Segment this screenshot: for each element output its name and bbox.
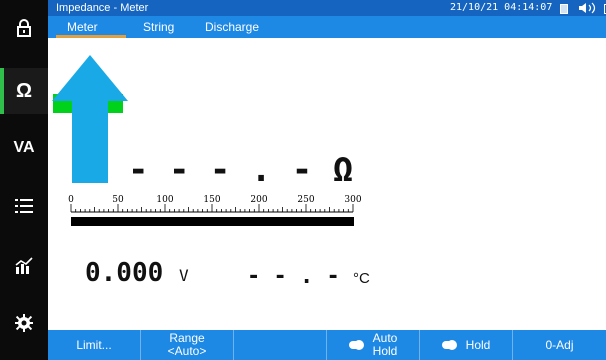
lock-button[interactable] <box>0 10 48 50</box>
range-value: <Auto> <box>167 344 207 358</box>
impedance-value: - - - . - Ω <box>128 150 354 190</box>
zero-adj-label: 0-Adj <box>545 337 574 352</box>
tab-string[interactable]: String <box>143 16 174 38</box>
bottom-toolbar: Limit... Range <Auto> Auto Hold Hold 0-A… <box>48 330 606 360</box>
scale-tick-label: 200 <box>250 195 267 205</box>
sidebar-item-label: Ω <box>15 79 33 102</box>
title-bar: Impedance - Meter 21/10/21 04:14:07 <box>48 0 606 16</box>
range-button[interactable]: Range <Auto> <box>141 330 234 360</box>
tab-label: Meter <box>67 20 98 34</box>
auto-hold-toggle-icon[interactable] <box>348 340 364 350</box>
sidebar-item-label: VA <box>13 139 35 156</box>
zero-adj-button[interactable]: 0-Adj <box>513 330 606 360</box>
sidebar-item-chart[interactable] <box>0 248 48 288</box>
auto-hold-label: Auto Hold <box>372 331 398 358</box>
datetime: 21/10/21 04:14:07 <box>450 2 553 13</box>
gear-icon <box>14 313 34 338</box>
voltage-unit: V <box>178 266 189 285</box>
scale-tick-label: 150 <box>203 195 220 205</box>
empty-button[interactable] <box>234 330 327 360</box>
voltage-value: 0.000 <box>85 258 164 288</box>
sidebar: Ω VA <box>0 0 48 360</box>
temperature-value: - - . - <box>247 264 340 289</box>
tab-label: String <box>143 20 175 34</box>
scale-svg: 0 50 100 150 200 250 300 <box>68 195 362 226</box>
window-title: Impedance - Meter <box>56 2 149 14</box>
hold-label: Hold <box>465 337 491 352</box>
hold-toggle-icon[interactable] <box>441 340 457 350</box>
scale: 0 50 100 150 200 250 300 <box>66 193 366 240</box>
temperature-unit: °C <box>352 270 370 287</box>
scale-tick-label: 300 <box>344 195 361 205</box>
voltage-reading: 0.000 V <box>85 258 189 288</box>
temperature-reading: - - . - °C <box>247 264 370 289</box>
limit-label: Limit... <box>76 337 112 352</box>
tab-discharge[interactable]: Discharge <box>205 16 259 38</box>
sidebar-item-list[interactable] <box>0 188 48 228</box>
tab-label: Discharge <box>205 20 260 34</box>
lock-icon <box>14 18 34 43</box>
sidebar-item-impedance[interactable]: Ω <box>0 68 48 114</box>
active-tab-underline <box>56 35 126 38</box>
impedance-reading: - - - . - Ω <box>128 150 353 190</box>
limit-button[interactable]: Limit... <box>48 330 141 360</box>
sidebar-item-va[interactable]: VA <box>0 128 48 168</box>
active-indicator <box>0 68 4 114</box>
hold-button[interactable]: Hold <box>420 330 513 360</box>
sidebar-item-settings[interactable] <box>0 305 48 345</box>
auto-hold-button[interactable]: Auto Hold <box>327 330 420 360</box>
scale-tick-label: 100 <box>156 195 173 205</box>
tab-bar: Meter String Discharge <box>48 16 606 38</box>
scale-tick-label: 250 <box>297 195 314 205</box>
list-icon <box>14 197 34 220</box>
scale-bar <box>71 217 354 226</box>
scale-tick-label: 0 <box>68 195 74 205</box>
scale-tick-label: 50 <box>112 195 124 205</box>
pointer-arrow <box>52 55 128 190</box>
chart-icon <box>14 256 34 280</box>
